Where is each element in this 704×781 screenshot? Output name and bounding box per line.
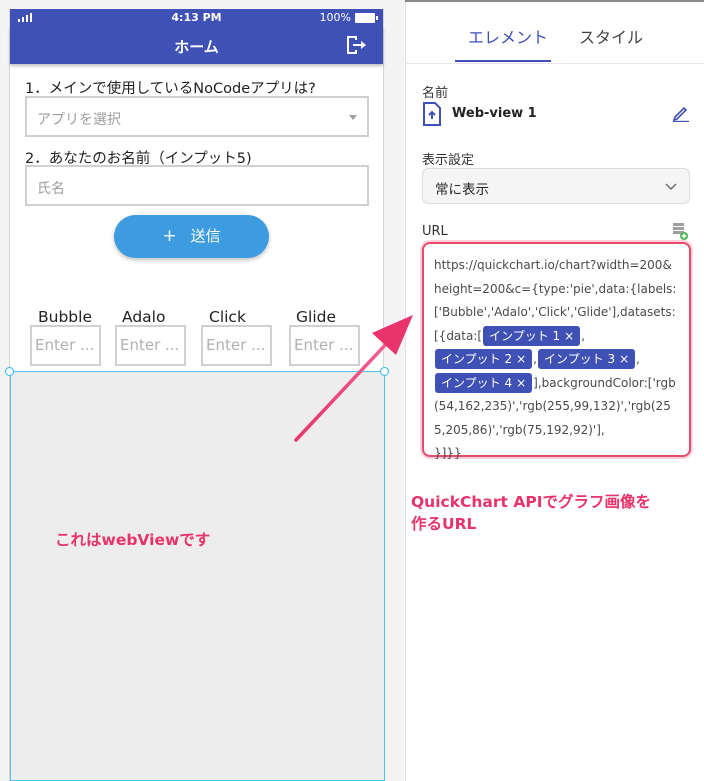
app-bar-title: ホーム (174, 38, 219, 56)
chip-close-icon[interactable]: × (619, 352, 629, 366)
phone-preview: 4:13 PM 100% ホーム 1．メインで使用しているNoCodeアプリは?… (5, 9, 389, 781)
input-label-click: Click (209, 308, 246, 326)
edit-pencil-icon[interactable] (672, 104, 690, 122)
input-click[interactable]: Enter ... (201, 325, 272, 366)
visibility-label: 表示設定 (422, 153, 475, 168)
plus-icon: + (162, 226, 177, 246)
resize-handle-left[interactable] (5, 367, 14, 376)
url-annotation: QuickChart APIでグラフ画像を 作るURL (411, 491, 651, 535)
chip-close-icon[interactable]: × (564, 329, 574, 343)
status-bar: 4:13 PM 100% (10, 9, 383, 27)
name-row: Web-view 1 (422, 100, 690, 128)
tab-element[interactable]: エレメント (468, 24, 548, 48)
visibility-value: 常に表示 (435, 182, 489, 198)
name-input-placeholder: 氏名 (37, 181, 65, 197)
chip-close-icon[interactable]: × (516, 376, 526, 390)
input-label-adalo: Adalo (122, 308, 166, 326)
app-select-placeholder: アプリを選択 (37, 112, 121, 128)
battery-percent: 100% (319, 11, 351, 24)
url-annotation-line-2: 作るURL (411, 515, 477, 533)
input-adalo[interactable]: Enter ... (115, 325, 186, 366)
chip-close-icon[interactable]: × (516, 352, 526, 366)
url-chip-label: インプット 2 (441, 352, 513, 366)
url-label: URL (422, 224, 448, 239)
app-bar: ホーム (10, 27, 383, 64)
url-chip-input-4[interactable]: インプット 4 × (435, 372, 533, 393)
name-value: Web-view 1 (452, 106, 537, 121)
active-tab-indicator (455, 60, 551, 62)
battery-icon (355, 13, 378, 23)
url-separator: , (581, 328, 586, 343)
name-label: 名前 (422, 86, 449, 101)
input-bubble[interactable]: Enter ... (30, 325, 101, 366)
chevron-down-icon (665, 183, 677, 190)
url-chip-input-1[interactable]: インプット 1 × (483, 325, 581, 346)
url-chip-label: インプット 4 (441, 375, 513, 390)
url-text-suffix: }]}} (434, 446, 462, 460)
input-label-bubble: Bubble (38, 308, 92, 326)
logout-icon[interactable] (345, 35, 367, 55)
app-select-dropdown[interactable]: アプリを選択 (25, 96, 369, 137)
window-top-edge (405, 0, 704, 2)
url-chip-label: インプット 1 (489, 328, 561, 343)
input-label-glide: Glide (296, 308, 336, 326)
url-chip-label: インプット 3 (543, 352, 616, 366)
webview-element[interactable] (10, 371, 385, 781)
url-separator: , (533, 352, 537, 366)
url-separator: , (636, 352, 640, 366)
url-input[interactable]: https://quickchart.io/chart?width=200&he… (422, 242, 691, 460)
tabs-divider (406, 63, 704, 64)
tab-style[interactable]: スタイル (579, 24, 643, 48)
url-annotation-line-1: QuickChart APIでグラフ画像を (411, 493, 651, 511)
submit-button-label: 送信 (190, 227, 221, 245)
dropdown-caret-icon (349, 115, 357, 120)
property-panel: エレメント スタイル 名前 Web-view 1 表示設定 常に表示 URL h… (405, 0, 704, 781)
visibility-select[interactable]: 常に表示 (422, 168, 690, 204)
url-chip-input-3[interactable]: インプット 3 × (537, 349, 636, 369)
document-upload-icon (423, 102, 441, 126)
input-glide[interactable]: Enter ... (289, 325, 360, 366)
url-chip-input-2[interactable]: インプット 2 × (435, 349, 533, 369)
panel-tabs: エレメント スタイル (406, 24, 704, 64)
submit-button[interactable]: + 送信 (114, 215, 269, 258)
resize-handle-right[interactable] (380, 367, 389, 376)
database-add-icon[interactable] (672, 222, 688, 240)
name-input[interactable]: 氏名 (25, 165, 369, 206)
webview-annotation: これはwebViewです (55, 531, 211, 549)
screen: 4:13 PM 100% ホーム 1．メインで使用しているNoCodeアプリは?… (0, 0, 704, 781)
question-1-label: 1．メインで使用しているNoCodeアプリは? (25, 81, 316, 97)
